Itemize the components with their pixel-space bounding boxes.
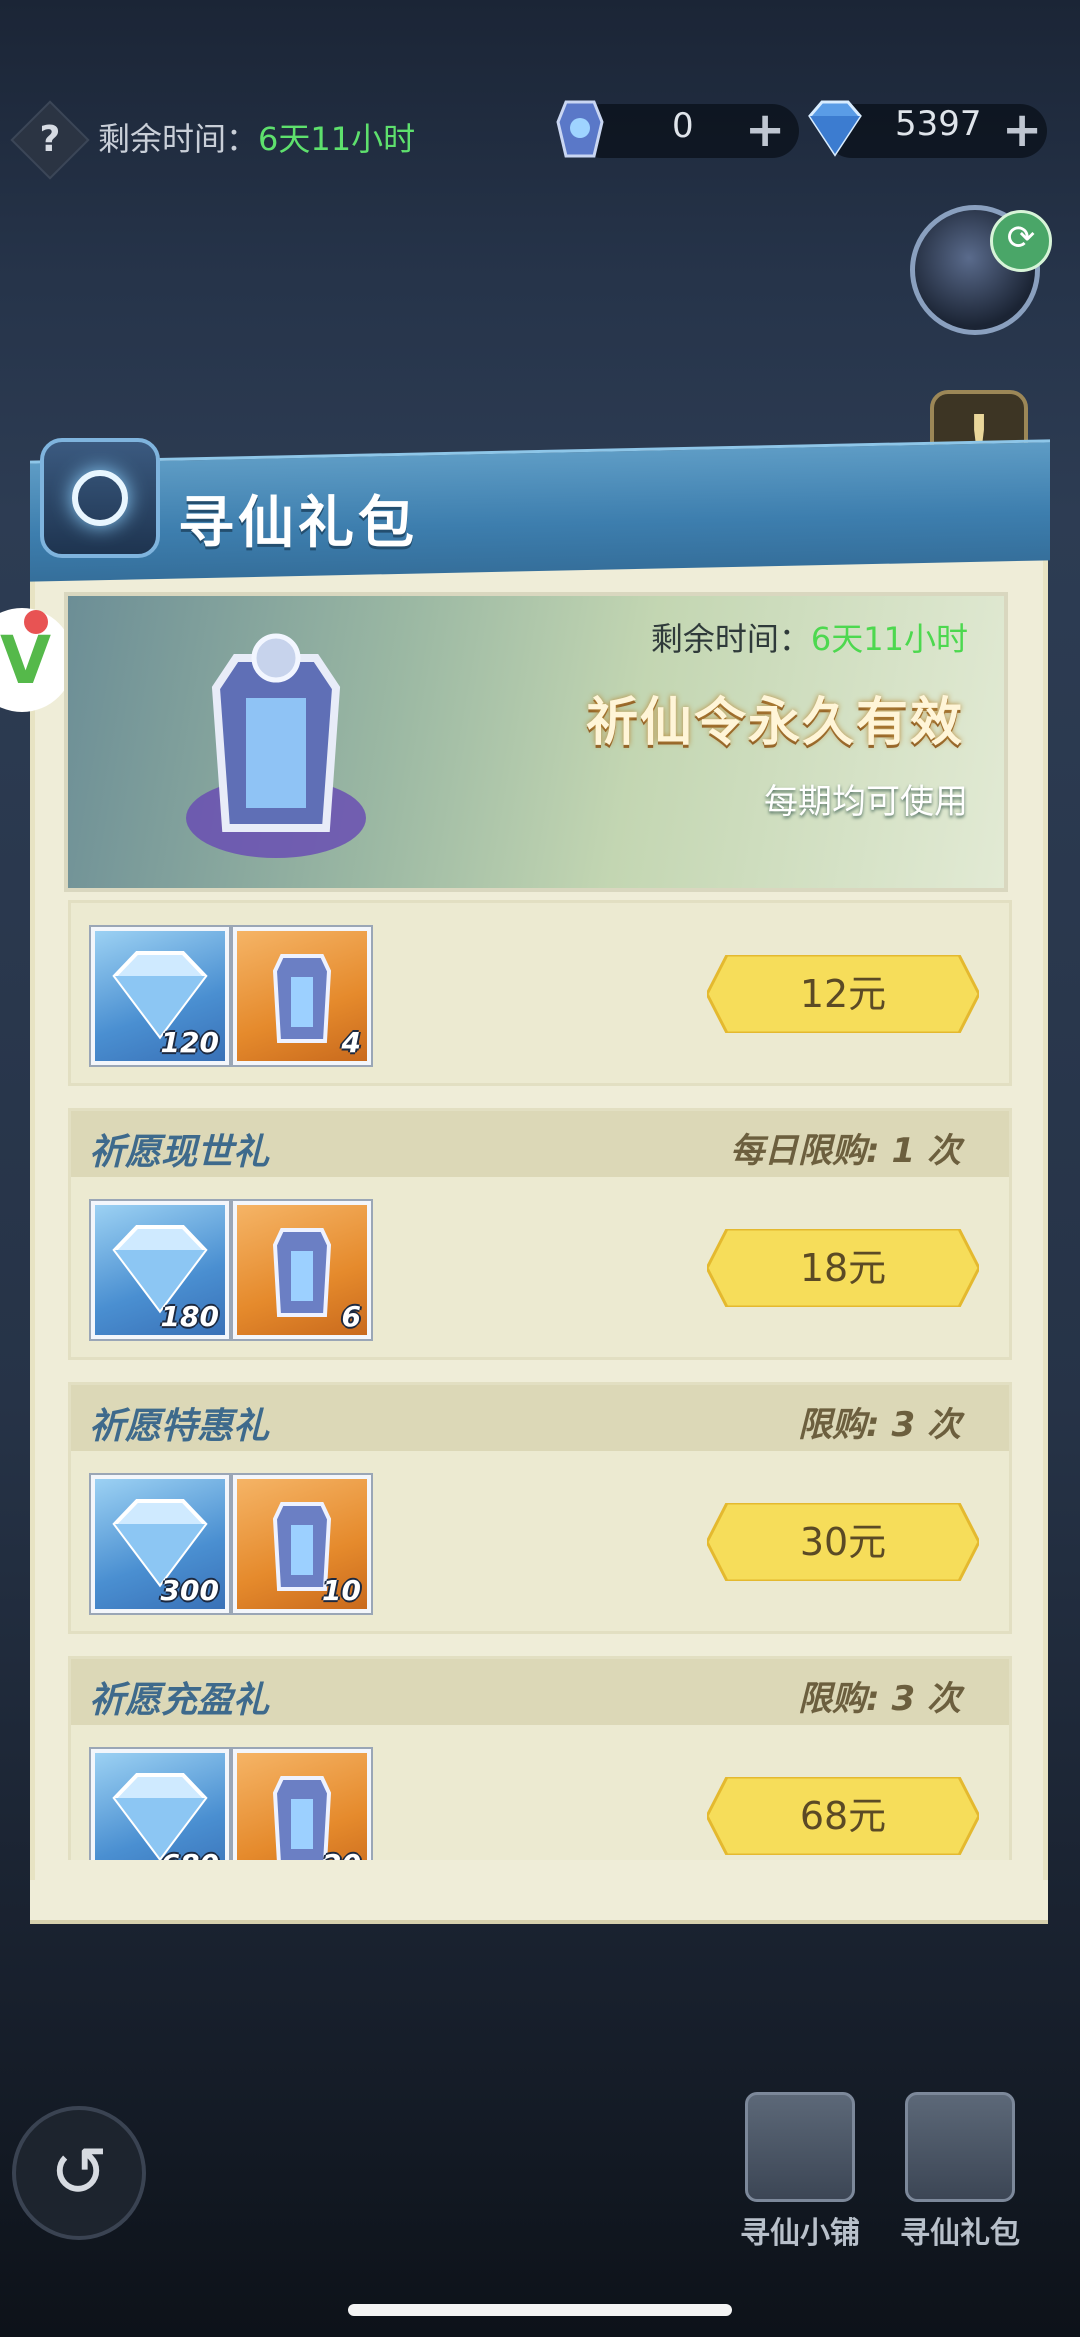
pack-card: 120 4 12元 (68, 900, 1012, 1086)
gift-nav-label: 寻仙礼包 (900, 2216, 1020, 2251)
token-reward[interactable]: 10 (233, 1475, 371, 1613)
price-label: 18元 (799, 1246, 887, 1290)
diamond-reward[interactable]: 680 (91, 1749, 229, 1860)
token-icon (556, 100, 604, 158)
promo-banner: 剩余时间：6天11小时 祈仙令永久有效 每期均可使用 (64, 592, 1008, 892)
timer-value: 6天11小时 (258, 120, 416, 158)
pack-header: 祈愿现世礼 每日限购: 1 次 (71, 1111, 1009, 1177)
price-label: 12元 (799, 972, 887, 1016)
pack-title: 祈愿特惠礼 (89, 1406, 270, 1447)
panel-title: 寻仙礼包 (178, 491, 418, 556)
add-token-button[interactable]: + (745, 106, 785, 154)
home-indicator[interactable] (348, 2304, 732, 2316)
purchase-limit: 限购: 3 次 (798, 1405, 961, 1445)
pack-card: 祈愿充盈礼 限购: 3 次 680 20 68元 (68, 1656, 1012, 1860)
token-qty: 4 (341, 1026, 361, 1059)
buy-button[interactable]: 30元 (707, 1503, 979, 1581)
gift-box-icon (905, 2092, 1015, 2202)
diamond-qty: 180 (160, 1300, 219, 1333)
event-timer: 剩余时间：6天11小时 (98, 114, 415, 160)
banner-subline: 每期均可使用 (764, 782, 968, 822)
price-label: 68元 (799, 1794, 887, 1838)
pack-header: 祈愿充盈礼 限购: 3 次 (71, 1659, 1009, 1725)
diamond-count: 5397 (895, 104, 982, 144)
purchase-limit: 限购: 3 次 (798, 1679, 961, 1719)
token-qty: 20 (322, 1848, 361, 1860)
refresh-icon[interactable]: ⟳ (990, 210, 1052, 272)
pack-title: 祈愿充盈礼 (89, 1680, 270, 1721)
token-count: 0 (672, 106, 694, 146)
diamond-icon (112, 1773, 208, 1860)
diamond-reward[interactable]: 180 (91, 1201, 229, 1339)
diamond-icon (808, 100, 862, 157)
shop-icon (745, 2092, 855, 2202)
pack-card: 祈愿现世礼 每日限购: 1 次 180 6 18元 (68, 1108, 1012, 1360)
token-qty: 10 (322, 1574, 361, 1607)
prayer-token-icon (272, 1776, 332, 1860)
panel-bottom-edge (30, 1880, 1048, 1924)
timer-label: 剩余时间： (98, 120, 259, 158)
token-reward[interactable]: 20 (233, 1749, 371, 1860)
pack-title: 祈愿现世礼 (89, 1132, 270, 1173)
diamond-qty: 300 (160, 1574, 219, 1607)
banner-timer: 剩余时间：6天11小时 (650, 620, 968, 658)
back-arrow-icon: ↺ (49, 2131, 109, 2213)
buy-button[interactable]: 68元 (707, 1777, 979, 1855)
question-icon: ? (39, 119, 61, 160)
banner-headline: 祈仙令永久有效 (585, 693, 964, 753)
buy-button[interactable]: 18元 (707, 1229, 979, 1307)
diamond-reward[interactable]: 300 (91, 1475, 229, 1613)
purchase-limit: 每日限购: 1 次 (730, 1131, 961, 1171)
diamond-qty: 680 (161, 1848, 219, 1860)
token-qty: 6 (341, 1300, 361, 1333)
buy-button[interactable]: 12元 (707, 955, 979, 1033)
token-reward[interactable]: 6 (233, 1201, 371, 1339)
prayer-token-icon (186, 633, 366, 858)
pack-card: 祈愿特惠礼 限购: 3 次 300 10 30元 (68, 1382, 1012, 1634)
token-reward[interactable]: 4 (233, 927, 371, 1065)
pack-list[interactable]: 120 4 12元 祈愿现世礼 每日限购: 1 次 180 6 18元 祈愿特惠… (68, 900, 1012, 1860)
pack-header: 祈愿特惠礼 限购: 3 次 (71, 1385, 1009, 1451)
back-button[interactable]: ↺ (12, 2106, 146, 2240)
add-diamond-button[interactable]: + (1002, 106, 1042, 154)
shop-nav-label: 寻仙小铺 (740, 2216, 860, 2251)
help-button[interactable]: ? (10, 100, 90, 180)
price-label: 30元 (799, 1520, 887, 1564)
diamond-qty: 120 (160, 1026, 219, 1059)
panel-emblem-icon (40, 438, 160, 558)
shop-nav-button[interactable]: 寻仙小铺 (735, 2092, 865, 2252)
gift-nav-button[interactable]: 寻仙礼包 (895, 2092, 1025, 2252)
diamond-reward[interactable]: 120 (91, 927, 229, 1065)
